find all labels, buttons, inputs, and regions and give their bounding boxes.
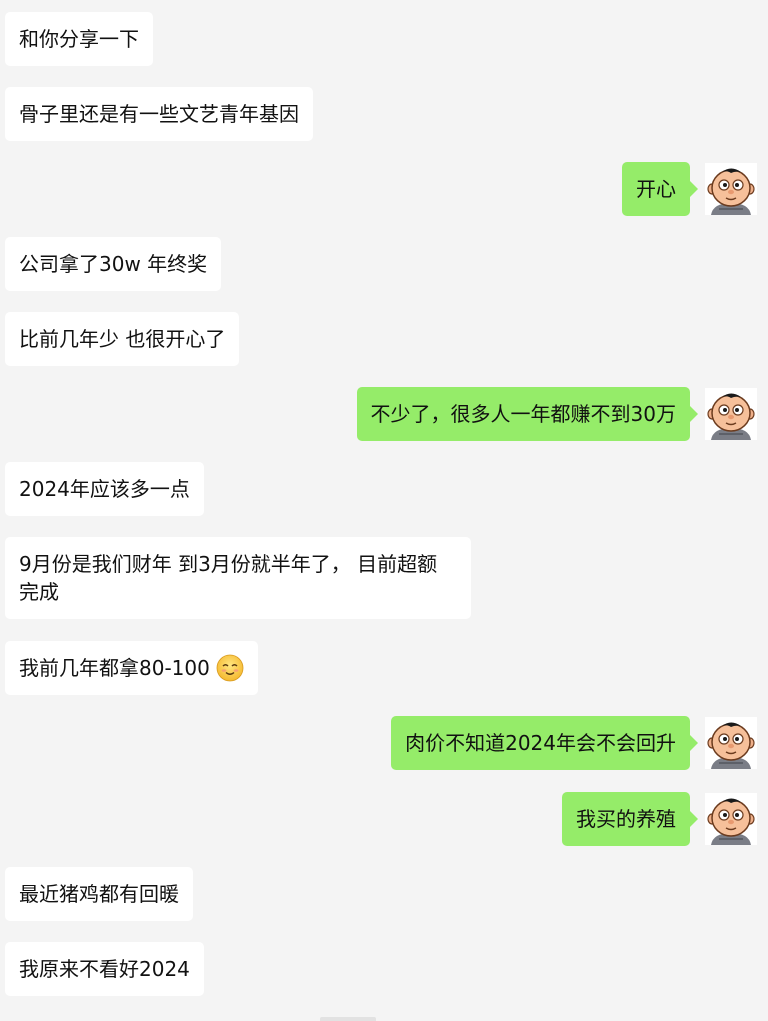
cartoon-baby-avatar-icon bbox=[705, 163, 757, 215]
incoming-message-bubble[interactable]: 比前几年少 也很开心了 bbox=[5, 312, 240, 366]
outgoing-message-bubble[interactable]: 开心 bbox=[622, 162, 698, 216]
message-row-incoming: 9月份是我们财年 到3月份就半年了， 目前超额完成 bbox=[0, 537, 768, 619]
incoming-message-bubble[interactable]: 骨子里还是有一些文艺青年基因 bbox=[5, 87, 313, 141]
message-row-incoming: 最近猪鸡都有回暖 bbox=[0, 867, 768, 921]
outgoing-message-bubble[interactable]: 我买的养殖 bbox=[562, 792, 698, 846]
cartoon-baby-avatar-icon bbox=[705, 388, 757, 440]
incoming-message-bubble[interactable]: 和你分享一下 bbox=[5, 12, 153, 66]
message-text: 比前几年少 也很开心了 bbox=[19, 327, 226, 351]
incoming-message-bubble[interactable]: 公司拿了30w 年终奖 bbox=[5, 237, 222, 291]
message-text: 我买的养殖 bbox=[576, 807, 676, 831]
message-text: 2024年应该多一点 bbox=[19, 477, 190, 501]
chat-window: 和你分享一下 骨子里还是有一些文艺青年基因 开心 公司拿了30w 年终奖 比前几… bbox=[0, 0, 768, 1021]
message-row-outgoing: 我买的养殖 bbox=[0, 792, 768, 846]
message-text: 骨子里还是有一些文艺青年基因 bbox=[19, 102, 299, 126]
message-text: 不少了，很多人一年都赚不到30万 bbox=[370, 402, 676, 426]
message-text: 我原来不看好2024 bbox=[19, 957, 190, 981]
message-text: 肉价不知道2024年会不会回升 bbox=[405, 731, 676, 755]
message-row-outgoing: 肉价不知道2024年会不会回升 bbox=[0, 716, 768, 770]
message-text: 公司拿了30w 年终奖 bbox=[19, 252, 208, 276]
cartoon-baby-avatar-icon bbox=[705, 793, 757, 845]
message-row-incoming: 和你分享一下 bbox=[0, 12, 768, 66]
message-row-outgoing: 开心 bbox=[0, 162, 768, 216]
incoming-message-bubble[interactable]: 最近猪鸡都有回暖 bbox=[5, 867, 193, 921]
smiling-face-icon bbox=[216, 654, 244, 682]
message-row-incoming: 2024年应该多一点 bbox=[0, 462, 768, 516]
cartoon-baby-avatar-icon bbox=[705, 717, 757, 769]
message-row-incoming: 比前几年少 也很开心了 bbox=[0, 312, 768, 366]
incoming-message-bubble[interactable]: 我前几年都拿80-100 bbox=[5, 641, 258, 695]
message-row-outgoing: 不少了，很多人一年都赚不到30万 bbox=[0, 387, 768, 441]
incoming-message-bubble[interactable]: 我原来不看好2024 bbox=[5, 942, 204, 996]
message-row-incoming: 公司拿了30w 年终奖 bbox=[0, 237, 768, 291]
message-text: 最近猪鸡都有回暖 bbox=[19, 882, 179, 906]
message-text: 9月份是我们财年 到3月份就半年了， 目前超额完成 bbox=[19, 552, 438, 604]
message-row-incoming: 我原来不看好2024 bbox=[0, 942, 768, 996]
incoming-message-bubble[interactable]: 9月份是我们财年 到3月份就半年了， 目前超额完成 bbox=[5, 537, 471, 619]
message-text: 和你分享一下 bbox=[19, 27, 139, 51]
incoming-message-bubble[interactable]: 2024年应该多一点 bbox=[5, 462, 204, 516]
message-row-incoming: 骨子里还是有一些文艺青年基因 bbox=[0, 87, 768, 141]
user-avatar-icon[interactable] bbox=[705, 163, 757, 215]
outgoing-message-bubble[interactable]: 肉价不知道2024年会不会回升 bbox=[391, 716, 698, 770]
user-avatar-icon[interactable] bbox=[705, 388, 757, 440]
user-avatar-icon[interactable] bbox=[705, 717, 757, 769]
message-row-incoming: 我前几年都拿80-100 bbox=[0, 641, 768, 695]
message-text: 开心 bbox=[636, 177, 676, 201]
outgoing-message-bubble[interactable]: 不少了，很多人一年都赚不到30万 bbox=[356, 387, 699, 441]
user-avatar-icon[interactable] bbox=[705, 793, 757, 845]
message-text: 我前几年都拿80-100 bbox=[19, 656, 210, 680]
scroll-indicator bbox=[320, 1017, 376, 1021]
